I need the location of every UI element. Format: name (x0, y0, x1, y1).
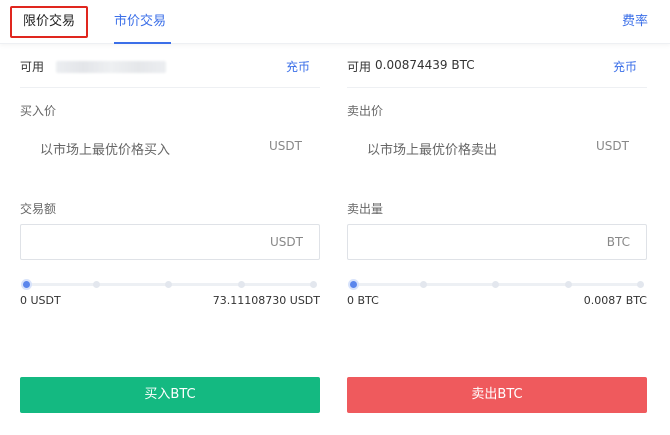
sell-slider-mark-100[interactable] (637, 281, 644, 288)
tab-limit-order[interactable]: 限价交易 (10, 6, 88, 38)
sell-slider-handle[interactable] (348, 279, 359, 290)
sell-slider-mark-25[interactable] (420, 281, 427, 288)
buy-price-market-text: 以市场上最优价格买入 (40, 143, 171, 158)
sell-slider-mark-75[interactable] (565, 281, 572, 288)
buy-slider-handle[interactable] (21, 279, 32, 290)
buy-range-max: 73.11108730 USDT (212, 294, 320, 307)
sell-panel: 可用 0.00874439 BTC 充币 卖出价 以市场上最优价格卖出 USDT… (347, 44, 647, 435)
tab-market-order[interactable]: 市价交易 (114, 4, 166, 40)
buy-btc-button[interactable]: 买入BTC (20, 377, 320, 413)
sell-deposit-link[interactable]: 充币 (613, 58, 637, 75)
trade-type-tabbar: 限价交易 市价交易 费率 (0, 0, 670, 44)
fee-rate-link[interactable]: 费率 (622, 4, 648, 40)
buy-amount-unit: USDT (270, 235, 303, 249)
sell-available-value: 0.00874439 BTC (375, 58, 475, 72)
buy-slider-mark-25[interactable] (93, 281, 100, 288)
sell-available-row: 可用 0.00874439 BTC 充币 (347, 44, 647, 88)
sell-amount-input[interactable]: BTC (347, 224, 647, 260)
buy-price-label: 买入价 (20, 104, 57, 118)
sell-price-unit: USDT (596, 139, 629, 153)
sell-price-label: 卖出价 (347, 104, 384, 118)
buy-slider-mark-100[interactable] (310, 281, 317, 288)
buy-amount-label: 交易额 (20, 202, 57, 216)
buy-amount-slider[interactable] (20, 278, 320, 290)
buy-range-min: 0 USDT (20, 294, 61, 307)
sell-amount-label: 卖出量 (347, 202, 384, 216)
sell-slider-mark-50[interactable] (492, 281, 499, 288)
buy-amount-input[interactable]: USDT (20, 224, 320, 260)
buy-deposit-link[interactable]: 充币 (286, 58, 310, 75)
sell-range-min: 0 BTC (347, 294, 379, 307)
buy-slider-mark-50[interactable] (165, 281, 172, 288)
sell-price-market-text: 以市场上最优价格卖出 (367, 143, 498, 158)
sell-amount-slider[interactable] (347, 278, 647, 290)
buy-panel: 可用 充币 买入价 以市场上最优价格买入 USDT 交易额 USDT 0 USD… (20, 44, 320, 435)
sell-btc-button[interactable]: 卖出BTC (347, 377, 647, 413)
buy-available-row: 可用 充币 (20, 44, 320, 88)
sell-range-max: 0.0087 BTC (583, 294, 647, 307)
sell-available-label: 可用 (347, 60, 372, 74)
buy-slider-mark-75[interactable] (238, 281, 245, 288)
buy-available-label: 可用 (20, 60, 45, 74)
sell-amount-unit: BTC (606, 235, 630, 249)
buy-price-unit: USDT (269, 139, 302, 153)
buy-available-value-redacted (56, 61, 166, 73)
